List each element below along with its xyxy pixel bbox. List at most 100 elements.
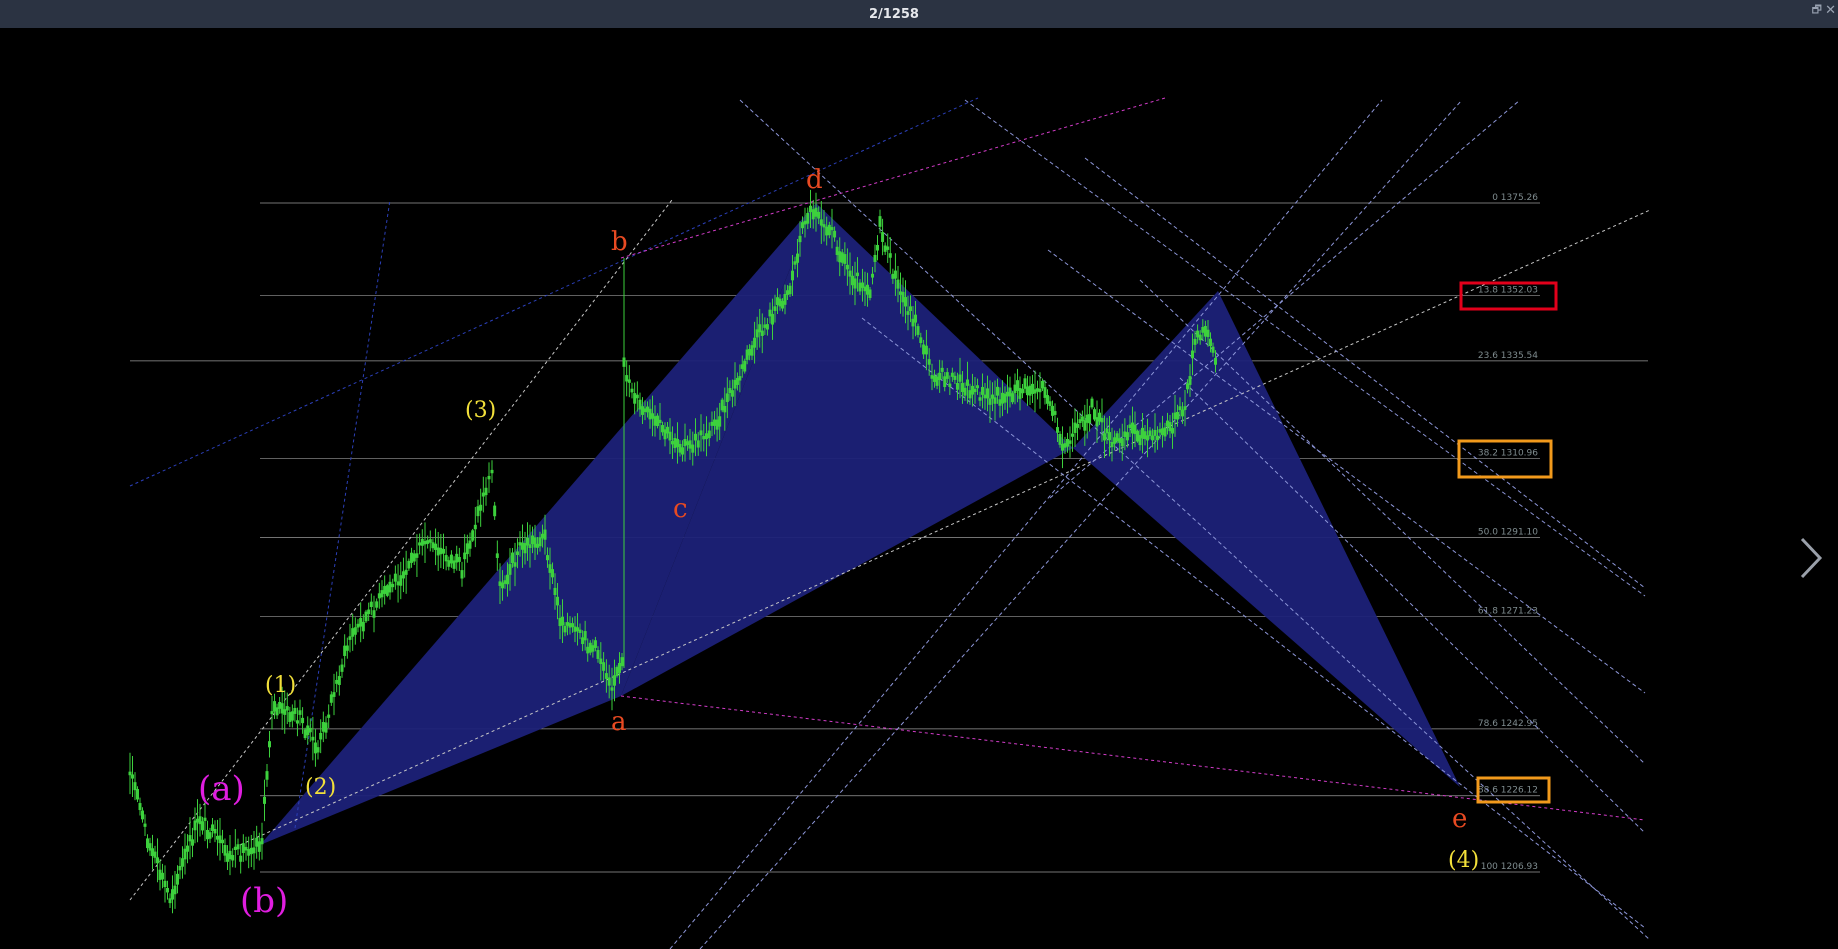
candle-body: [487, 475, 491, 480]
candle-body: [1118, 438, 1122, 443]
candle-body: [604, 673, 608, 679]
candle-body: [1173, 412, 1177, 420]
candle-body: [531, 535, 534, 545]
candle-body: [833, 230, 837, 238]
candle-body: [146, 838, 149, 849]
candle-body: [571, 623, 574, 628]
candle-body: [596, 650, 600, 659]
candle-body: [465, 543, 469, 555]
candle-body: [471, 530, 475, 541]
candle-body: [1133, 424, 1137, 435]
candle-body: [1113, 437, 1117, 444]
candle-body: [1211, 346, 1215, 353]
candle-body: [1196, 330, 1200, 338]
candle-body: [1031, 383, 1034, 394]
candle-body: [513, 562, 517, 567]
candle-body: [523, 543, 527, 554]
candle-body: [163, 880, 167, 888]
candle-body: [283, 709, 287, 715]
candle-body: [133, 782, 137, 791]
candle-body: [166, 887, 169, 893]
candle-body: [351, 628, 355, 637]
candle-body: [996, 386, 999, 396]
candle-body: [922, 344, 926, 355]
candle-body: [288, 712, 292, 722]
candle-body: [1011, 393, 1014, 403]
candle-body: [948, 383, 952, 388]
candle-body: [538, 537, 542, 547]
candle-body: [388, 581, 392, 593]
wave-label-a: a: [611, 707, 627, 737]
candle-body: [1136, 430, 1139, 442]
harmonic-pattern: [260, 203, 1460, 845]
candle-body: [313, 742, 317, 754]
candle-body: [568, 623, 572, 628]
candle-body: [566, 622, 569, 626]
dotted-line: [620, 97, 1166, 259]
candle-body: [591, 645, 595, 652]
candle-body: [730, 390, 734, 397]
candle-body: [128, 771, 132, 776]
candle-body: [811, 209, 815, 220]
candle-body: [715, 419, 719, 430]
wave-label-1: (1): [265, 673, 296, 698]
candle-body: [796, 253, 799, 263]
candle-body: [786, 290, 789, 295]
candle-body: [221, 839, 224, 844]
candle-body: [244, 846, 248, 851]
candle-body: [1166, 420, 1169, 427]
candle-body: [493, 505, 497, 517]
candle-body: [633, 393, 637, 404]
candle-body: [578, 629, 582, 633]
candle-body: [136, 788, 139, 800]
candle-body: [252, 847, 256, 854]
candle-body: [479, 504, 483, 511]
candle-body: [158, 869, 162, 880]
candle-body: [978, 397, 982, 401]
candle-body: [301, 717, 305, 724]
candle-body: [521, 542, 524, 550]
candle-body: [1178, 406, 1182, 411]
candle-body: [377, 593, 381, 599]
candle-body: [986, 388, 989, 399]
candle-body: [776, 297, 779, 306]
candle-body: [830, 227, 834, 231]
candle-body: [1183, 406, 1187, 410]
candle-body: [1053, 411, 1057, 415]
chart-viewer: 2/1258 🗗 ✕ 0 1375.26 13.8 1352.03 23.6 133…: [0, 0, 1838, 949]
candle-body: [588, 642, 592, 653]
chevron-right-icon[interactable]: [1796, 533, 1826, 583]
candle-body: [280, 703, 284, 714]
candle-body: [168, 898, 172, 904]
candle-body: [958, 374, 962, 382]
candle-body: [1003, 393, 1007, 403]
candle-body: [901, 291, 905, 303]
close-icon[interactable]: ✕: [1825, 3, 1836, 16]
candle-body: [436, 547, 440, 556]
candle-body: [1201, 327, 1205, 333]
candle-body: [553, 587, 557, 596]
candle-body: [141, 810, 144, 820]
wave-label-a-paren: (a): [198, 769, 245, 809]
candle-body: [270, 711, 274, 715]
candle-body: [773, 306, 777, 311]
candle-body: [452, 560, 456, 569]
candle-body: [561, 616, 564, 626]
candle-body: [673, 438, 677, 449]
candle-body: [396, 581, 400, 586]
candle-body: [558, 617, 562, 627]
candle-body: [888, 253, 892, 258]
candle-body: [1141, 427, 1144, 439]
candle-body: [906, 311, 910, 315]
candle-body: [630, 388, 634, 393]
candle-body: [943, 376, 947, 388]
candle-body: [260, 838, 264, 845]
candle-body: [337, 676, 341, 685]
candle-body: [188, 835, 192, 842]
candle-body: [856, 272, 859, 277]
candle-body: [1033, 389, 1037, 394]
candle-body: [981, 386, 984, 395]
restore-icon[interactable]: 🗗: [1812, 4, 1822, 16]
fib-label: 88.6 1226.12: [1478, 786, 1538, 796]
candle-body: [1056, 427, 1059, 433]
